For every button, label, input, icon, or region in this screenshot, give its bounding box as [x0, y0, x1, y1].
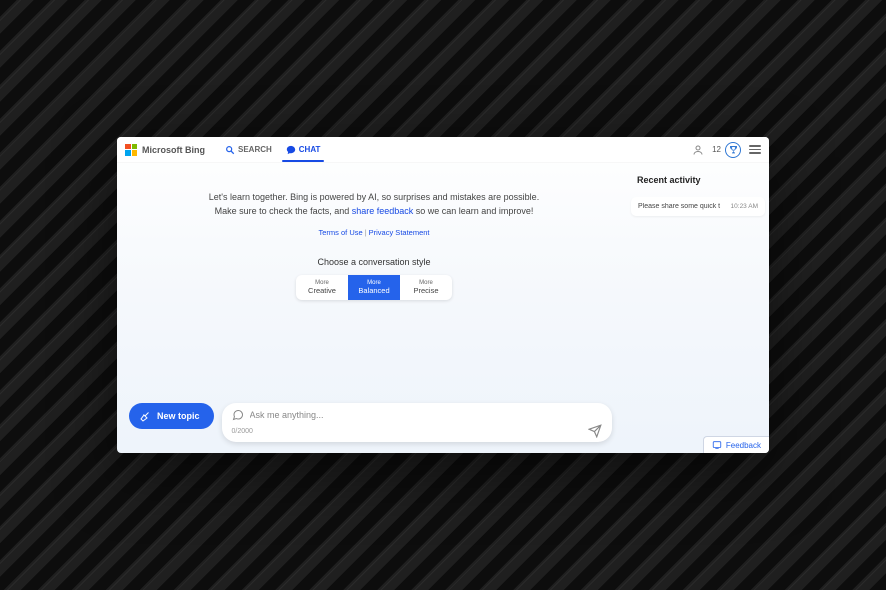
privacy-link[interactable]: Privacy Statement	[369, 228, 430, 237]
menu-button[interactable]	[749, 145, 761, 154]
nav-chat[interactable]: CHAT	[284, 139, 323, 161]
account-icon[interactable]	[692, 144, 704, 156]
topbar: Microsoft Bing SEARCH CHAT 12	[117, 137, 769, 163]
char-counter: 0/2000	[232, 428, 253, 435]
new-topic-button[interactable]: New topic	[129, 403, 214, 429]
chat-input[interactable]	[250, 410, 602, 420]
topbar-right: 12	[692, 142, 761, 158]
search-icon	[225, 145, 235, 155]
trophy-icon	[725, 142, 741, 158]
microsoft-logo-icon	[125, 144, 137, 156]
composer: New topic 0/2000	[129, 403, 757, 442]
legal-links: Terms of Use|Privacy Statement	[319, 228, 430, 237]
feedback-icon	[712, 440, 722, 450]
brand-label: Microsoft Bing	[142, 145, 205, 155]
rewards[interactable]: 12	[712, 142, 741, 158]
style-balanced[interactable]: More Balanced	[348, 275, 400, 300]
terms-link[interactable]: Terms of Use	[319, 228, 363, 237]
chat-input-icon	[232, 409, 244, 421]
chat-input-wrap: 0/2000	[222, 403, 612, 442]
feedback-tab[interactable]: Feedback	[703, 436, 769, 453]
broom-icon	[139, 410, 151, 422]
send-icon[interactable]	[588, 424, 602, 438]
nav: SEARCH CHAT	[223, 139, 322, 161]
bing-chat-window: Microsoft Bing SEARCH CHAT 12	[117, 137, 769, 453]
nav-search-label: SEARCH	[238, 145, 272, 154]
intro-line1: Let's learn together. Bing is powered by…	[209, 191, 539, 205]
style-picker: More Creative More Balanced More Precise	[296, 275, 452, 300]
rewards-points: 12	[712, 145, 721, 154]
chat-bubble-icon	[286, 145, 296, 155]
nav-chat-label: CHAT	[299, 145, 321, 154]
intro-line2: Make sure to check the facts, and share …	[209, 205, 539, 219]
style-creative[interactable]: More Creative	[296, 275, 348, 300]
activity-item-label: Please share some quick t	[638, 203, 727, 210]
activity-item-time: 10:23 AM	[731, 203, 758, 210]
sidebar-title: Recent activity	[637, 175, 765, 185]
style-picker-title: Choose a conversation style	[317, 257, 430, 267]
intro-text: Let's learn together. Bing is powered by…	[209, 191, 539, 218]
share-feedback-link[interactable]: share feedback	[352, 206, 414, 216]
nav-search[interactable]: SEARCH	[223, 139, 274, 161]
brand[interactable]: Microsoft Bing	[125, 144, 205, 156]
style-precise[interactable]: More Precise	[400, 275, 452, 300]
activity-item[interactable]: Please share some quick t 10:23 AM	[631, 197, 765, 216]
